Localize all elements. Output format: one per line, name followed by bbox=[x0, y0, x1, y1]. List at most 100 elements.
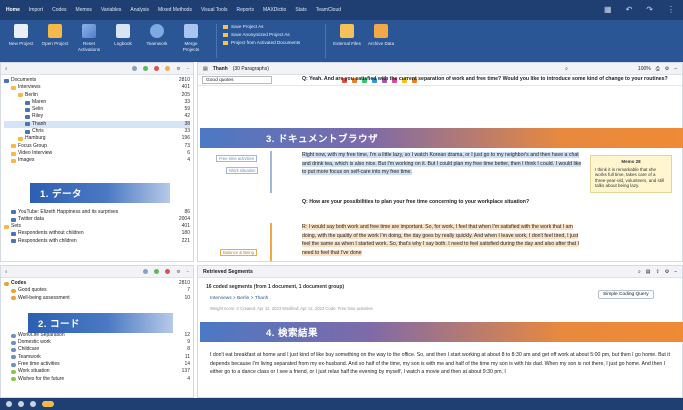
menu-item-teamcloud[interactable]: TeamCloud bbox=[316, 7, 341, 13]
document-tree-item[interactable]: Hamburg 196 bbox=[4, 135, 190, 142]
document-tree-item[interactable]: Focus Group 73 bbox=[4, 143, 190, 150]
status-icon[interactable] bbox=[30, 401, 36, 407]
document-icon bbox=[25, 115, 30, 120]
code-tree-item[interactable]: Well-being assessment 10 bbox=[4, 295, 190, 302]
logbook-button[interactable]: Logbook bbox=[108, 24, 138, 52]
code-tree-item[interactable]: Childcare 8 bbox=[4, 346, 190, 353]
menu-item-import[interactable]: Import bbox=[29, 7, 43, 13]
menu-item-mixed-methods[interactable]: Mixed Methods bbox=[158, 7, 192, 13]
logbook-icon bbox=[116, 24, 130, 38]
document-tree-item[interactable]: Interviews 401 bbox=[4, 84, 190, 91]
minimize-icon[interactable]: – bbox=[674, 269, 677, 275]
search-icon[interactable]: ⌕ bbox=[638, 269, 641, 275]
redo-icon[interactable]: ↷ bbox=[646, 5, 653, 14]
menu-icon[interactable]: ⋮ bbox=[667, 5, 675, 14]
code-tree-item[interactable]: Free time activities 14 bbox=[4, 361, 190, 368]
code-tree-item[interactable]: Teamwork 11 bbox=[4, 354, 190, 361]
simple-coding-query-button[interactable]: Simple Coding Query bbox=[598, 290, 654, 299]
code-tree-count: 2810 bbox=[178, 280, 190, 286]
coding-stripe[interactable] bbox=[270, 223, 272, 261]
document-tree-item[interactable]: Riley 42 bbox=[4, 113, 190, 120]
ribbon-list-item[interactable]: Project from Activated Documents bbox=[223, 40, 319, 45]
document-tree-item[interactable]: Thanh 38 bbox=[4, 120, 190, 129]
document-tree-label: Respondents with children bbox=[18, 237, 77, 244]
variables-icon[interactable] bbox=[165, 66, 171, 71]
print-icon[interactable]: ⎙ bbox=[656, 66, 660, 72]
menu-item-home[interactable]: Home bbox=[6, 7, 20, 13]
folder-icon bbox=[11, 158, 16, 163]
document-tree-item[interactable]: Sets 401 bbox=[4, 223, 190, 230]
settings-icon[interactable]: ⚙ bbox=[176, 66, 180, 72]
deactivate-icon[interactable] bbox=[165, 269, 171, 274]
document-tree-item[interactable]: Documents 2810 bbox=[4, 77, 190, 84]
deactivate-icon[interactable] bbox=[154, 66, 160, 71]
segment-source-link[interactable]: Interviews > Berlin > Thanh bbox=[210, 296, 268, 301]
document-tree-item[interactable]: Respondents without children 180 bbox=[4, 230, 190, 237]
open-project-button[interactable]: Open Project bbox=[40, 24, 70, 52]
archive-data-button[interactable]: Archive Data bbox=[366, 24, 396, 47]
ribbon-list-item[interactable]: Save Anonymized Project As bbox=[223, 32, 319, 37]
open-project-icon bbox=[48, 24, 62, 38]
paragraph-q1: Q: Yeah. And are you satisfied with the … bbox=[302, 76, 668, 82]
document-tree-item[interactable]: Respondents with children 221 bbox=[4, 238, 190, 245]
settings-icon[interactable]: ⚙ bbox=[665, 269, 669, 275]
settings-icon[interactable]: ⚙ bbox=[176, 269, 180, 275]
ribbon-toolbar: New Project Open Project Reset Activations… bbox=[0, 20, 683, 62]
code-tree-item[interactable]: Good quotes 7 bbox=[4, 287, 190, 294]
activate-icon[interactable] bbox=[143, 66, 149, 71]
document-tree-item[interactable]: Images 4 bbox=[4, 157, 190, 164]
teamwork-button[interactable]: Teamwork bbox=[142, 24, 172, 52]
document-tree-item[interactable]: Berlin 205 bbox=[4, 92, 190, 99]
toggle-switch[interactable] bbox=[42, 401, 54, 407]
menu-item-variables[interactable]: Variables bbox=[101, 7, 121, 13]
filter-icon[interactable] bbox=[132, 66, 138, 71]
external-files-button[interactable]: External Files bbox=[332, 24, 362, 47]
code-label-free-time[interactable]: Free time activities bbox=[216, 155, 257, 162]
label-codes: 2. コード bbox=[28, 313, 173, 333]
export-icon[interactable]: ⇪ bbox=[656, 269, 660, 275]
filter-icon[interactable] bbox=[143, 269, 149, 274]
document-tree-item[interactable]: Twitter data 2004 bbox=[4, 216, 190, 223]
menu-item-analysis[interactable]: Analysis bbox=[130, 7, 149, 13]
code-select[interactable]: Good quotes bbox=[202, 76, 272, 84]
folder-icon bbox=[18, 137, 23, 142]
filter-icon[interactable]: ▤ bbox=[646, 269, 651, 275]
menu-item-codes[interactable]: Codes bbox=[52, 7, 66, 13]
code-tree-item[interactable]: Domestic work 9 bbox=[4, 339, 190, 346]
code-tree-item[interactable]: Work situation 137 bbox=[4, 368, 190, 375]
menu-item-reports[interactable]: Reports bbox=[236, 7, 254, 13]
code-tree-item[interactable]: Wishes for the future 4 bbox=[4, 376, 190, 383]
new-project-button[interactable]: New Project bbox=[6, 24, 36, 52]
minimize-icon[interactable]: – bbox=[186, 66, 189, 71]
activate-icon[interactable] bbox=[154, 269, 160, 274]
merge-projects-button[interactable]: Merge Projects bbox=[176, 24, 206, 52]
undo-icon[interactable]: ↶ bbox=[626, 5, 633, 14]
minimize-icon[interactable]: – bbox=[674, 66, 677, 72]
code-label-balance[interactable]: Balance & Being bbox=[220, 249, 257, 256]
code-tree-item[interactable]: Codes 2810 bbox=[4, 280, 190, 287]
document-tree-item[interactable]: Chris 33 bbox=[4, 128, 190, 135]
menu-item-memos[interactable]: Memos bbox=[76, 7, 92, 13]
menu-item-stats[interactable]: Stats bbox=[295, 7, 306, 13]
coding-stripe[interactable] bbox=[270, 151, 272, 193]
reset-activations-button[interactable]: Reset Activations bbox=[74, 24, 104, 52]
document-tree-item[interactable]: Selin 59 bbox=[4, 106, 190, 113]
status-icon[interactable] bbox=[18, 401, 24, 407]
code-label-work-situation[interactable]: Work situation bbox=[226, 167, 259, 174]
document-tree-item[interactable]: Maren 33 bbox=[4, 99, 190, 106]
memo-note[interactable]: Memo 28 I think it is remarkable that sh… bbox=[590, 155, 672, 193]
search-icon[interactable]: ⌕ bbox=[5, 66, 8, 71]
document-tree-label: YouTube: Elizeth Happiness and its surpr… bbox=[18, 208, 119, 215]
menu-item-visual-tools[interactable]: Visual Tools bbox=[201, 7, 228, 13]
ribbon-list-item[interactable]: Save Project As bbox=[223, 24, 319, 29]
minimize-icon[interactable]: – bbox=[186, 269, 189, 274]
status-icon[interactable] bbox=[6, 401, 12, 407]
zoom-level[interactable]: 100% bbox=[638, 66, 651, 72]
menu-item-maxdictio[interactable]: MAXDictio bbox=[263, 7, 286, 13]
document-tree-item[interactable]: YouTube: Elizeth Happiness and its surpr… bbox=[4, 209, 190, 216]
document-tree-item[interactable]: Video Interview 6 bbox=[4, 150, 190, 157]
settings-icon[interactable]: ⚙ bbox=[665, 66, 669, 72]
app-icon[interactable]: ▦ bbox=[604, 5, 612, 14]
search-icon[interactable]: ⌕ bbox=[5, 269, 8, 274]
search-icon[interactable]: ⌕ bbox=[565, 66, 568, 72]
